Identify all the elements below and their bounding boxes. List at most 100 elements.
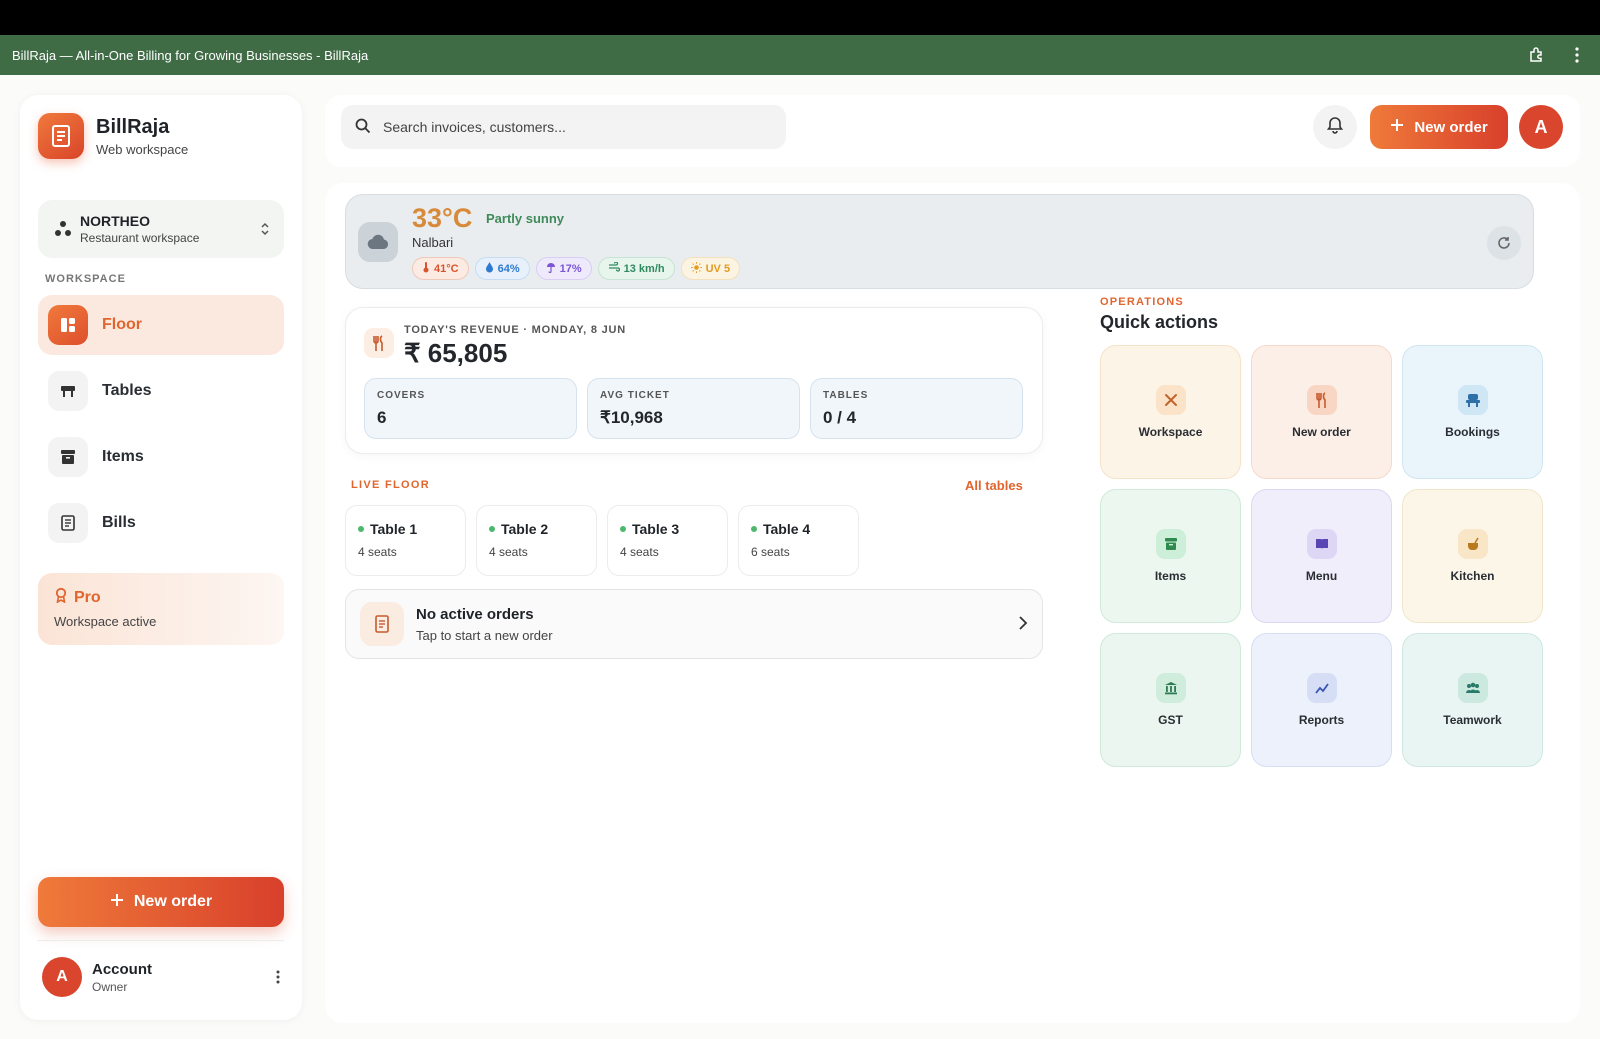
- stat-tables: TABLES 0 / 4: [810, 378, 1023, 439]
- refresh-icon[interactable]: [1487, 226, 1521, 260]
- table-card[interactable]: Table 4 6 seats: [738, 505, 859, 576]
- quick-action-items[interactable]: Items: [1100, 489, 1241, 623]
- weather-chips: 41°C 64% 17% 13 km/h UV 5: [412, 257, 741, 280]
- stat-avg-ticket: AVG TICKET ₹10,968: [587, 378, 800, 439]
- sidebar-item-floor[interactable]: Floor: [38, 295, 284, 355]
- revenue-label: TODAY'S REVENUE · MONDAY, 8 JUN: [404, 324, 627, 336]
- utensils-icon: [1306, 385, 1337, 415]
- archive-icon: [48, 437, 88, 477]
- brand[interactable]: BillRaja Web workspace: [38, 113, 188, 159]
- sidebar-new-order-button[interactable]: New order: [38, 877, 284, 927]
- wind-icon: [608, 261, 620, 275]
- empty-state-title: No active orders: [416, 605, 534, 623]
- table-card[interactable]: Table 2 4 seats: [476, 505, 597, 576]
- brand-name: BillRaja: [96, 115, 170, 138]
- pro-plan-card[interactable]: Pro Workspace active: [38, 573, 284, 645]
- archive-icon: [1155, 529, 1186, 559]
- chevron-right-icon: [1018, 613, 1028, 636]
- utensils-icon: [364, 328, 394, 358]
- weather-chip: 41°C: [412, 257, 469, 280]
- weather-chip: 64%: [474, 257, 530, 280]
- workspace-type: Restaurant workspace: [80, 231, 200, 245]
- sidebar: BillRaja Web workspace NORTHEO Restauran…: [20, 95, 302, 1020]
- sidebar-item-label: Bills: [102, 514, 136, 531]
- chair-icon: [1457, 385, 1488, 415]
- search-input[interactable]: Search invoices, customers...: [383, 119, 566, 135]
- weather-chip: 17%: [535, 257, 592, 280]
- sidebar-section-label: WORKSPACE: [45, 273, 126, 285]
- status-dot: [620, 526, 626, 532]
- table-card[interactable]: Table 3 4 seats: [607, 505, 728, 576]
- quick-action-gst[interactable]: GST: [1100, 633, 1241, 767]
- umbrella-icon: [546, 261, 556, 276]
- status-dot: [751, 526, 757, 532]
- quick-action-kitchen[interactable]: Kitchen: [1402, 489, 1543, 623]
- bell-icon: [1326, 116, 1344, 139]
- weather-card: 33°C Partly sunny Nalbari 41°C 64% 17% 1…: [345, 194, 1534, 289]
- search-icon: [355, 118, 371, 137]
- more-vertical-icon[interactable]: [1566, 44, 1588, 66]
- status-dot: [358, 526, 364, 532]
- quick-action-workspace[interactable]: Workspace: [1100, 345, 1241, 479]
- account-menu[interactable]: A Account Owner: [42, 957, 280, 997]
- browser-title-bar: BillRaja — All-in-One Billing for Growin…: [0, 35, 1600, 75]
- table-card[interactable]: Table 1 4 seats: [345, 505, 466, 576]
- no-active-orders-row[interactable]: No active orders Tap to start a new orde…: [345, 589, 1043, 659]
- sidebar-item-bills[interactable]: Bills: [38, 493, 284, 553]
- tools-icon: [1155, 385, 1186, 415]
- quick-action-teamwork[interactable]: Teamwork: [1402, 633, 1543, 767]
- sidebar-item-tables[interactable]: Tables: [38, 361, 284, 421]
- divider: [38, 940, 284, 941]
- trend-chart-icon: [1306, 673, 1337, 703]
- plus-icon: [1390, 118, 1404, 136]
- workspace-switcher[interactable]: NORTHEO Restaurant workspace: [38, 200, 284, 258]
- workspace-icon: [52, 218, 74, 240]
- account-name: Account: [92, 960, 152, 978]
- droplet-icon: [485, 261, 494, 276]
- more-vertical-icon[interactable]: [276, 970, 280, 984]
- sun-icon: [690, 261, 702, 276]
- avatar: A: [42, 957, 82, 997]
- revenue-stats: COVERS 6 AVG TICKET ₹10,968 TABLES 0 / 4: [364, 378, 1023, 439]
- search-bar[interactable]: Search invoices, customers...: [341, 105, 786, 149]
- app-root: BillRaja Web workspace NORTHEO Restauran…: [0, 75, 1600, 1039]
- receipt-icon: [48, 503, 88, 543]
- operations-label: OPERATIONS: [1100, 296, 1184, 308]
- account-role: Owner: [92, 979, 128, 994]
- receipt-logo-icon: [38, 113, 84, 159]
- weather-condition: Partly sunny: [486, 211, 565, 226]
- award-icon: [54, 587, 68, 608]
- book-icon: [1306, 529, 1337, 559]
- notifications-button[interactable]: [1313, 105, 1357, 149]
- weather-chip: 13 km/h: [597, 257, 675, 280]
- live-floor-tables: Table 1 4 seats Table 2 4 seats Table 3 …: [345, 505, 859, 576]
- quick-action-menu[interactable]: Menu: [1251, 489, 1392, 623]
- stat-covers: COVERS 6: [364, 378, 577, 439]
- sidebar-item-label: Floor: [102, 316, 142, 333]
- sidebar-item-items[interactable]: Items: [38, 427, 284, 487]
- bank-icon: [1155, 673, 1186, 703]
- weather-location: Nalbari: [412, 235, 454, 250]
- sidebar-item-label: Items: [102, 448, 144, 465]
- receipt-icon: [360, 602, 404, 646]
- users-icon: [1457, 673, 1488, 703]
- header-new-order-button[interactable]: New order: [1370, 105, 1508, 149]
- new-order-label: New order: [1414, 118, 1488, 136]
- quick-action-reports[interactable]: Reports: [1251, 633, 1392, 767]
- thermometer-icon: [422, 261, 430, 276]
- quick-action-bookings[interactable]: Bookings: [1402, 345, 1543, 479]
- extension-icon[interactable]: [1526, 44, 1548, 66]
- empty-state-subtitle: Tap to start a new order: [416, 627, 553, 643]
- revenue-value: ₹ 65,805: [404, 338, 508, 368]
- sidebar-item-label: Tables: [102, 382, 152, 399]
- live-floor-label: LIVE FLOOR: [351, 479, 430, 491]
- weather-chip: UV 5: [680, 257, 741, 280]
- revenue-card: TODAY'S REVENUE · MONDAY, 8 JUN ₹ 65,805…: [345, 307, 1043, 454]
- pro-title: Pro: [74, 588, 101, 606]
- all-tables-link[interactable]: All tables: [965, 478, 1023, 493]
- quick-actions-title: Quick actions: [1100, 312, 1219, 332]
- plus-icon: [110, 893, 124, 912]
- avatar[interactable]: A: [1519, 105, 1563, 149]
- chevron-up-down-icon: [260, 221, 270, 237]
- quick-action-new-order[interactable]: New order: [1251, 345, 1392, 479]
